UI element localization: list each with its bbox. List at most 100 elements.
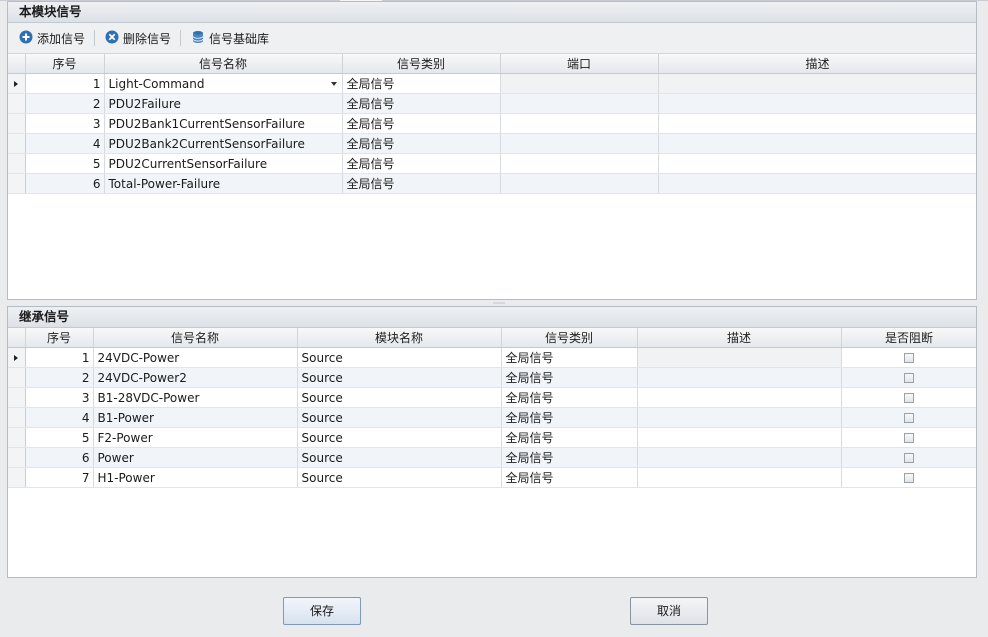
column-header-signal-name[interactable]: 信号名称 <box>104 54 343 74</box>
blocked-cell[interactable] <box>841 427 976 448</box>
table-row[interactable]: 1 Light-Command 全局信号 <box>8 73 976 94</box>
description-cell[interactable] <box>658 113 976 134</box>
module-name-cell[interactable]: Source <box>297 387 502 408</box>
delete-signal-button[interactable]: 删除信号 <box>102 27 174 49</box>
port-cell[interactable] <box>500 93 659 114</box>
module-name-cell[interactable]: Source <box>297 427 502 448</box>
cancel-button[interactable]: 取消 <box>630 597 708 625</box>
table-row[interactable]: 1 24VDC-Power Source 全局信号 <box>8 347 976 368</box>
blocked-cell[interactable] <box>841 347 976 368</box>
signal-name-cell[interactable]: Total-Power-Failure <box>104 173 343 194</box>
description-cell[interactable] <box>637 467 842 488</box>
port-cell[interactable] <box>500 153 659 174</box>
blocked-cell[interactable] <box>841 467 976 488</box>
description-cell[interactable] <box>658 93 976 114</box>
column-header-signal-category[interactable]: 信号类别 <box>342 54 501 74</box>
description-cell[interactable] <box>658 73 976 94</box>
signal-library-button[interactable]: 信号基础库 <box>188 27 272 49</box>
column-header-index[interactable]: 序号 <box>25 328 94 348</box>
module-name-cell[interactable]: Source <box>297 347 502 368</box>
blocked-checkbox[interactable] <box>904 413 914 423</box>
column-header-module-name[interactable]: 模块名称 <box>297 328 502 348</box>
signal-name-cell[interactable]: PDU2Bank1CurrentSensorFailure <box>104 113 343 134</box>
module-name-cell[interactable]: Source <box>297 367 502 388</box>
blocked-cell[interactable] <box>841 447 976 468</box>
signal-name-cell[interactable]: Power <box>93 447 298 468</box>
signal-category-cell[interactable]: 全局信号 <box>501 467 638 488</box>
table-row[interactable]: 4 B1-Power Source 全局信号 <box>8 407 976 428</box>
table-row[interactable]: 3 B1-28VDC-Power Source 全局信号 <box>8 387 976 408</box>
description-cell[interactable] <box>637 447 842 468</box>
table-row[interactable]: 2 PDU2Failure 全局信号 <box>8 93 976 114</box>
blocked-checkbox[interactable] <box>904 393 914 403</box>
column-header-description[interactable]: 描述 <box>658 54 976 74</box>
blocked-checkbox[interactable] <box>904 433 914 443</box>
description-cell[interactable] <box>637 367 842 388</box>
column-header-blocked[interactable]: 是否阻断 <box>841 328 976 348</box>
table-row[interactable]: 6 Power Source 全局信号 <box>8 447 976 468</box>
table-row[interactable]: 7 H1-Power Source 全局信号 <box>8 467 976 488</box>
signal-name-cell[interactable]: H1-Power <box>93 467 298 488</box>
module-name-cell[interactable]: Source <box>297 407 502 428</box>
description-cell[interactable] <box>637 347 842 368</box>
port-cell[interactable] <box>500 133 659 154</box>
signal-category-cell[interactable]: 全局信号 <box>501 427 638 448</box>
signal-name-cell[interactable]: F2-Power <box>93 427 298 448</box>
signal-name-cell[interactable]: 24VDC-Power <box>93 347 298 368</box>
signal-name-cell[interactable]: PDU2Failure <box>104 93 343 114</box>
dropdown-arrow-icon[interactable] <box>330 82 337 86</box>
row-index: 4 <box>25 133 105 154</box>
signal-name-dropdown[interactable]: Light-Command <box>104 73 343 94</box>
description-cell[interactable] <box>637 427 842 448</box>
table-row[interactable]: 6 Total-Power-Failure 全局信号 <box>8 173 976 194</box>
column-header-signal-name[interactable]: 信号名称 <box>93 328 298 348</box>
signal-category-cell[interactable]: 全局信号 <box>501 447 638 468</box>
blocked-checkbox[interactable] <box>904 473 914 483</box>
signal-category-cell[interactable]: 全局信号 <box>501 347 638 368</box>
blocked-checkbox[interactable] <box>904 353 914 363</box>
signal-category-cell[interactable]: 全局信号 <box>342 133 501 154</box>
signal-category-cell[interactable]: 全局信号 <box>342 173 501 194</box>
row-index: 6 <box>25 447 94 468</box>
table-row[interactable]: 5 PDU2CurrentSensorFailure 全局信号 <box>8 153 976 174</box>
blocked-checkbox[interactable] <box>904 453 914 463</box>
table-row[interactable]: 5 F2-Power Source 全局信号 <box>8 427 976 448</box>
blocked-cell[interactable] <box>841 367 976 388</box>
description-cell[interactable] <box>658 133 976 154</box>
save-button[interactable]: 保存 <box>283 597 361 625</box>
module-name-cell[interactable]: Source <box>297 467 502 488</box>
column-header-port[interactable]: 端口 <box>500 54 659 74</box>
signal-category-cell[interactable]: 全局信号 <box>501 387 638 408</box>
signal-category-cell[interactable]: 全局信号 <box>501 367 638 388</box>
blocked-checkbox[interactable] <box>904 373 914 383</box>
description-cell[interactable] <box>637 407 842 428</box>
description-cell[interactable] <box>658 173 976 194</box>
module-name-cell[interactable]: Source <box>297 447 502 468</box>
splitter-grip-icon[interactable] <box>493 302 505 304</box>
signal-category-cell[interactable]: 全局信号 <box>342 113 501 134</box>
column-header-signal-category[interactable]: 信号类别 <box>501 328 638 348</box>
signal-category-cell[interactable]: 全局信号 <box>501 407 638 428</box>
signal-category-cell[interactable]: 全局信号 <box>342 93 501 114</box>
signal-name-cell[interactable]: 24VDC-Power2 <box>93 367 298 388</box>
signal-name-cell[interactable]: PDU2Bank2CurrentSensorFailure <box>104 133 343 154</box>
blocked-cell[interactable] <box>841 407 976 428</box>
table-row[interactable]: 4 PDU2Bank2CurrentSensorFailure 全局信号 <box>8 133 976 154</box>
signal-category-cell[interactable]: 全局信号 <box>342 73 501 94</box>
signal-category-cell[interactable]: 全局信号 <box>342 153 501 174</box>
add-signal-button[interactable]: 添加信号 <box>16 27 88 49</box>
signal-name-cell[interactable]: PDU2CurrentSensorFailure <box>104 153 343 174</box>
column-header-description[interactable]: 描述 <box>637 328 842 348</box>
signal-name-value: Light-Command <box>108 76 205 91</box>
port-cell[interactable] <box>500 73 659 94</box>
port-cell[interactable] <box>500 113 659 134</box>
blocked-cell[interactable] <box>841 387 976 408</box>
table-row[interactable]: 3 PDU2Bank1CurrentSensorFailure 全局信号 <box>8 113 976 134</box>
column-header-index[interactable]: 序号 <box>25 54 105 74</box>
description-cell[interactable] <box>658 153 976 174</box>
table-row[interactable]: 2 24VDC-Power2 Source 全局信号 <box>8 367 976 388</box>
description-cell[interactable] <box>637 387 842 408</box>
signal-name-cell[interactable]: B1-28VDC-Power <box>93 387 298 408</box>
port-cell[interactable] <box>500 173 659 194</box>
signal-name-cell[interactable]: B1-Power <box>93 407 298 428</box>
